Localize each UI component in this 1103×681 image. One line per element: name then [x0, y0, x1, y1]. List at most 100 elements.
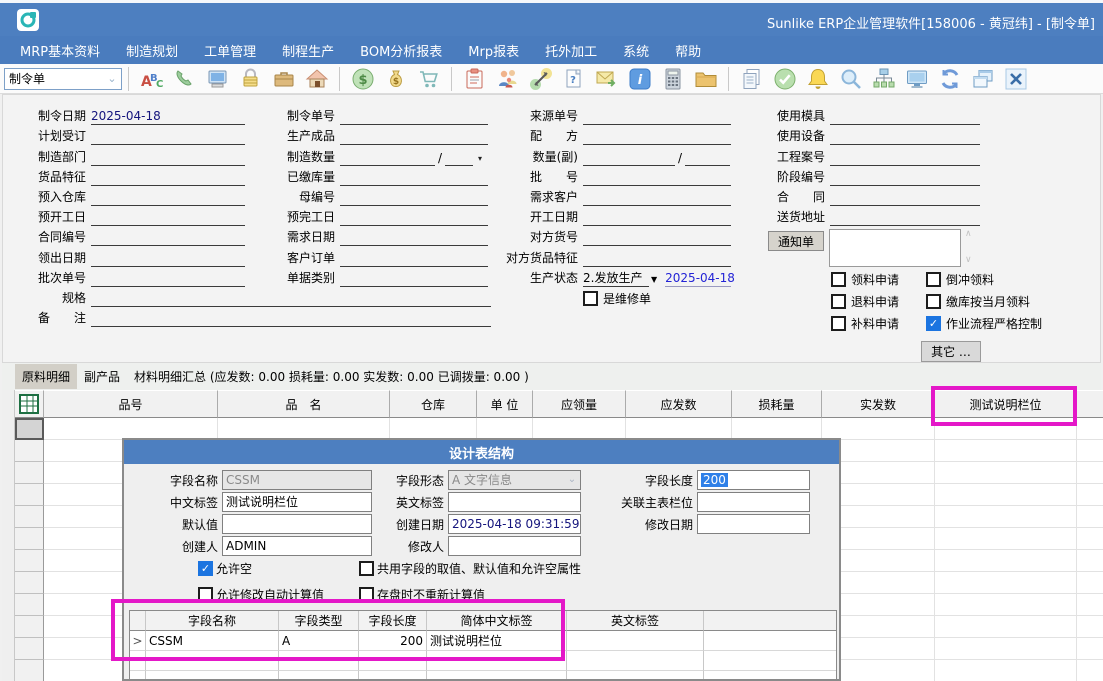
mail-send-icon[interactable]	[595, 67, 619, 91]
grid-cell[interactable]	[533, 418, 626, 440]
menu-item[interactable]: 制造规划	[113, 41, 191, 60]
check-circle-icon[interactable]	[773, 67, 797, 91]
menu-item[interactable]: 帮助	[662, 41, 714, 60]
menu-item[interactable]: Mrp报表	[455, 41, 532, 60]
row-selector-cell[interactable]	[15, 462, 44, 484]
row-selector-cell[interactable]	[15, 506, 44, 528]
table-row[interactable]	[15, 418, 1103, 440]
input-underline[interactable]	[91, 251, 245, 267]
input-underline[interactable]	[830, 210, 980, 226]
grid-column-header[interactable]: 仓库	[390, 390, 477, 418]
users-icon[interactable]	[496, 67, 520, 91]
close-icon[interactable]	[1004, 67, 1028, 91]
grid-cell[interactable]	[1077, 572, 1103, 594]
input-underline[interactable]	[830, 150, 980, 166]
input-underline[interactable]	[91, 129, 245, 145]
checkbox-box[interactable]	[831, 316, 846, 331]
grid-cell[interactable]	[935, 616, 1077, 638]
grid-cell[interactable]	[1077, 616, 1103, 638]
grid-cell[interactable]	[1077, 594, 1103, 616]
grid-column-header[interactable]: 损耗量	[732, 390, 822, 418]
input-underline[interactable]	[583, 170, 731, 186]
checkbox[interactable]: 领料申请	[831, 271, 899, 287]
input-underline[interactable]	[830, 129, 980, 145]
dialog-title-bar[interactable]: 设计表结构	[124, 440, 839, 464]
grid-cell[interactable]	[1077, 550, 1103, 572]
menu-item[interactable]: BOM分析报表	[347, 41, 455, 60]
input-underline[interactable]	[91, 311, 491, 327]
input-underline[interactable]	[340, 210, 488, 226]
checkbox-box[interactable]	[198, 587, 213, 602]
grid-cell[interactable]	[935, 550, 1077, 572]
tab-item[interactable]: 材料明细汇总 (应发数: 0.00 损耗量: 0.00 实发数: 0.00 已调…	[127, 364, 536, 389]
create-date-input[interactable]: 2025-04-18 09:31:59	[448, 514, 581, 534]
notice-button[interactable]: 通知单	[768, 231, 824, 251]
production-status-value[interactable]: 2.发放生产	[583, 271, 649, 287]
menu-item[interactable]: 系统	[610, 41, 662, 60]
input-underline[interactable]	[340, 190, 488, 206]
checkbox-box[interactable]	[583, 291, 598, 306]
input-underline[interactable]	[583, 230, 731, 246]
row-selector-cell[interactable]	[15, 616, 44, 638]
grid-cell[interactable]	[218, 418, 390, 440]
input-underline[interactable]	[91, 190, 245, 206]
checkbox[interactable]: 退料申请	[831, 293, 899, 309]
production-status-date-link[interactable]: 2025-04-18	[665, 271, 731, 287]
modify-date-input[interactable]	[697, 514, 810, 534]
related-main-col-input[interactable]	[697, 492, 810, 512]
grid-cell[interactable]	[935, 572, 1077, 594]
cascade-windows-icon[interactable]	[971, 67, 995, 91]
input-underline[interactable]: 2025-04-18	[91, 109, 245, 125]
info-icon[interactable]: i	[628, 67, 652, 91]
row-selector-cell[interactable]	[15, 528, 44, 550]
briefcase-icon[interactable]	[272, 67, 296, 91]
dialog-table-row[interactable]: >CSSMA200测试说明栏位	[130, 631, 836, 651]
refresh-icon[interactable]	[938, 67, 962, 91]
checkbox-box[interactable]: ✓	[198, 561, 213, 576]
search-icon[interactable]	[839, 67, 863, 91]
input-underline[interactable]	[583, 129, 731, 145]
grid-cell[interactable]	[935, 462, 1077, 484]
checkbox[interactable]: ✓作业流程严格控制	[926, 315, 1042, 331]
grid-column-header[interactable]: 测试说明栏位	[935, 390, 1077, 418]
grid-cell[interactable]	[1077, 660, 1103, 681]
bell-icon[interactable]	[806, 67, 830, 91]
input-underline[interactable]	[583, 190, 731, 206]
row-selector-cell[interactable]	[15, 440, 44, 462]
sitemap-icon[interactable]	[872, 67, 896, 91]
grid-cell[interactable]	[1077, 528, 1103, 550]
checkbox-box[interactable]	[926, 294, 941, 309]
grid-cell[interactable]	[1077, 638, 1103, 660]
other-button[interactable]: 其它 …	[921, 341, 981, 362]
grid-column-header[interactable]: 品 名	[218, 390, 390, 418]
en-label-input[interactable]	[448, 492, 581, 512]
notice-textarea[interactable]	[829, 229, 961, 267]
cart-icon[interactable]	[417, 67, 441, 91]
dropdown-arrow-icon[interactable]: ▼	[651, 275, 657, 287]
row-selector-cell[interactable]	[15, 660, 44, 681]
grid-column-header[interactable]: 应发数	[626, 390, 732, 418]
input-underline[interactable]	[91, 170, 245, 186]
grid-cell[interactable]	[935, 594, 1077, 616]
input-underline[interactable]	[340, 129, 488, 145]
checkbox-box[interactable]	[359, 587, 374, 602]
tab-item[interactable]: 副产品	[77, 364, 127, 389]
grid-cell[interactable]	[1077, 506, 1103, 528]
grid-column-header[interactable]: 实发数	[822, 390, 935, 418]
checkbox-box[interactable]	[831, 294, 846, 309]
grid-cell[interactable]	[935, 660, 1077, 681]
computer-icon[interactable]	[206, 67, 230, 91]
folder-icon[interactable]	[694, 67, 718, 91]
lock-icon[interactable]	[239, 67, 263, 91]
doc-type-select[interactable]: 制令单 ⌄	[4, 68, 122, 90]
grid-cell[interactable]	[626, 418, 732, 440]
grid-cell[interactable]	[1077, 462, 1103, 484]
grid-column-header[interactable]	[1077, 390, 1103, 418]
checkbox[interactable]: 存盘时不重新计算值	[359, 586, 485, 602]
checkbox-box[interactable]	[926, 272, 941, 287]
grid-cell[interactable]	[1077, 418, 1103, 440]
input-underline[interactable]	[340, 170, 488, 186]
checkbox[interactable]: 允许修改自动计算值	[198, 586, 324, 602]
calculator-icon[interactable]	[661, 67, 685, 91]
monitor-icon[interactable]	[905, 67, 929, 91]
